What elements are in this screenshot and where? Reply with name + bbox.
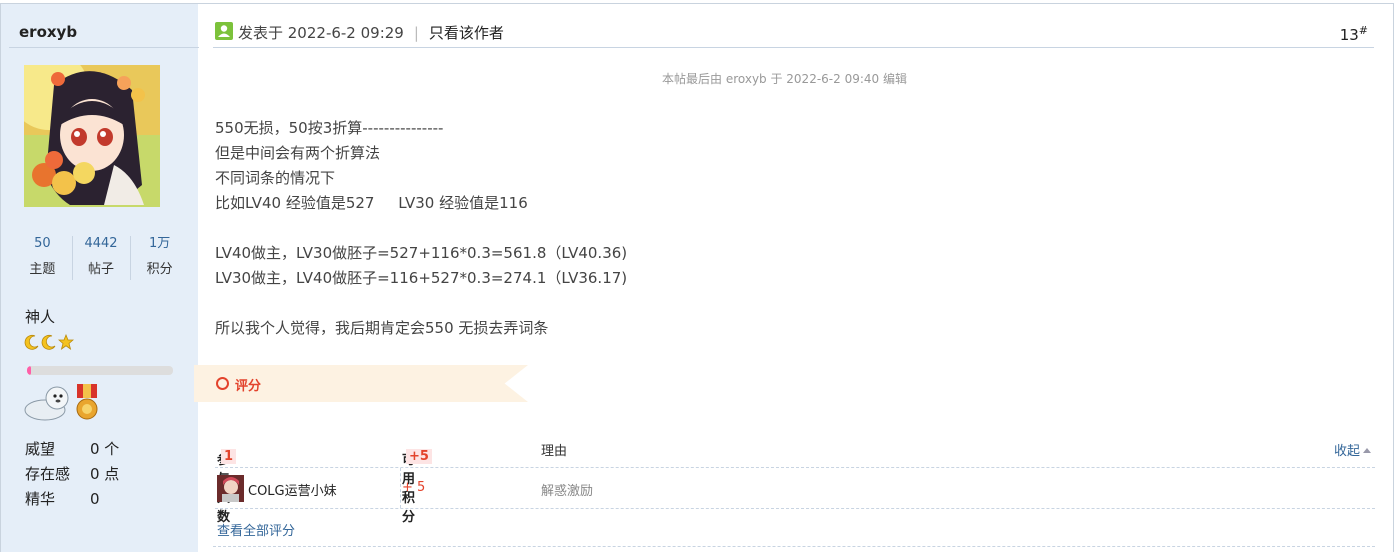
attr-name: 存在感 <box>25 465 71 483</box>
rating-circle-icon <box>216 377 229 390</box>
content-line: 比如LV40 经验值是527 LV30 经验值是116 <box>215 194 528 212</box>
rater-score: + 5 <box>402 480 426 495</box>
post-header: 发表于 2022-6-2 09:29 | 只看该作者 13# <box>213 16 1374 48</box>
online-status-icon <box>215 22 233 40</box>
medals <box>23 382 101 422</box>
meta-separator: | <box>413 24 419 42</box>
stat-value: 4442 <box>84 236 118 251</box>
level-progress <box>27 366 173 375</box>
rating-table: 参与人数1 可用积分+5 理由 收起 COLG运营小妹 + 5 解惑激励 <box>215 431 1375 525</box>
divider <box>9 47 199 48</box>
rating-table-header: 参与人数1 可用积分+5 理由 收起 <box>215 431 1375 525</box>
attr-row: 精华 0 <box>25 486 119 511</box>
stat-label: 积分 <box>146 262 173 277</box>
content-line <box>215 291 627 316</box>
score-total: +5 <box>406 449 432 464</box>
user-rank: 神人 <box>25 308 56 326</box>
stat-topics[interactable]: 50 主题 <box>13 234 72 288</box>
reason-header: 理由 <box>541 444 568 459</box>
content-line: 不同词条的情况下 <box>215 169 336 187</box>
stat-label: 帖子 <box>88 262 115 277</box>
collapse-link[interactable]: 收起 <box>1334 440 1371 459</box>
level-progress-fill <box>27 366 32 375</box>
author-stats: 50 主题 4442 帖子 1万 积分 <box>13 234 189 288</box>
stat-label: 主题 <box>29 262 56 277</box>
attr-name: 威望 <box>25 440 56 458</box>
column-divider <box>400 468 401 508</box>
rater-name[interactable]: COLG运营小妹 <box>248 480 337 499</box>
attr-value: 0 点 <box>90 465 120 483</box>
author-username[interactable]: eroxyb <box>19 23 77 41</box>
rating-label: 评分 <box>235 379 262 394</box>
floor-sup: # <box>1358 24 1368 37</box>
post-content: 550无损，50按3折算--------------- 但是中间会有两个折算法 … <box>215 116 627 341</box>
edit-note: 本帖最后由 eroxyb 于 2022-6-2 09:40 编辑 <box>662 72 907 86</box>
content-line: 550无损，50按3折算--------------- <box>215 119 444 137</box>
floor-number[interactable]: 13# <box>1340 24 1368 44</box>
content-line: LV40做主，LV30做胚子=527+116*0.3=561.8（LV40.36… <box>215 244 628 262</box>
floor-value: 13 <box>1339 26 1359 44</box>
attr-row: 存在感 0 点 <box>25 461 119 486</box>
seal-medal-icon[interactable] <box>23 382 73 422</box>
attr-row: 威望 0 个 <box>25 436 119 461</box>
attr-name: 精华 <box>25 490 56 508</box>
author-avatar[interactable] <box>24 65 160 207</box>
only-author-link[interactable]: 只看该作者 <box>429 24 504 42</box>
rank-icons <box>24 334 74 350</box>
stat-value: 1万 <box>149 236 171 251</box>
moon-icon <box>41 335 56 350</box>
attr-value: 0 <box>90 489 100 508</box>
author-sidebar: eroxyb 50 主题 4442 帖子 1万 积分 神人 威望 0 个 存在感… <box>1 4 199 552</box>
content-line: 所以我个人觉得，我后期肯定会550 无损去弄词条 <box>215 319 549 337</box>
content-line <box>215 216 627 241</box>
post-meta: 发表于 2022-6-2 09:29 | 只看该作者 <box>238 22 504 43</box>
star-icon <box>58 334 74 350</box>
user-attributes: 威望 0 个 存在感 0 点 精华 0 <box>25 436 119 511</box>
attr-value: 0 个 <box>90 440 120 458</box>
stat-posts[interactable]: 4442 帖子 <box>71 234 131 288</box>
rating-banner[interactable]: 评分 <box>194 365 528 402</box>
rater-avatar[interactable] <box>217 475 244 502</box>
ribbon-medal-icon[interactable] <box>73 382 101 422</box>
moon-icon <box>24 335 39 350</box>
stat-value: 50 <box>34 236 51 251</box>
content-line: LV30做主，LV40做胚子=116+527*0.3=274.1（LV36.17… <box>215 269 628 287</box>
rater-reason: 解惑激励 <box>541 484 594 499</box>
stat-points[interactable]: 1万 积分 <box>130 234 189 288</box>
rating-row: COLG运营小妹 + 5 解惑激励 <box>215 468 1375 509</box>
divider <box>213 546 1375 547</box>
participants-count: 1 <box>221 449 237 464</box>
post-time: 发表于 2022-6-2 09:29 <box>238 24 404 42</box>
view-all-ratings-link[interactable]: 查看全部评分 <box>217 520 295 539</box>
content-line: 但是中间会有两个折算法 <box>215 144 381 162</box>
